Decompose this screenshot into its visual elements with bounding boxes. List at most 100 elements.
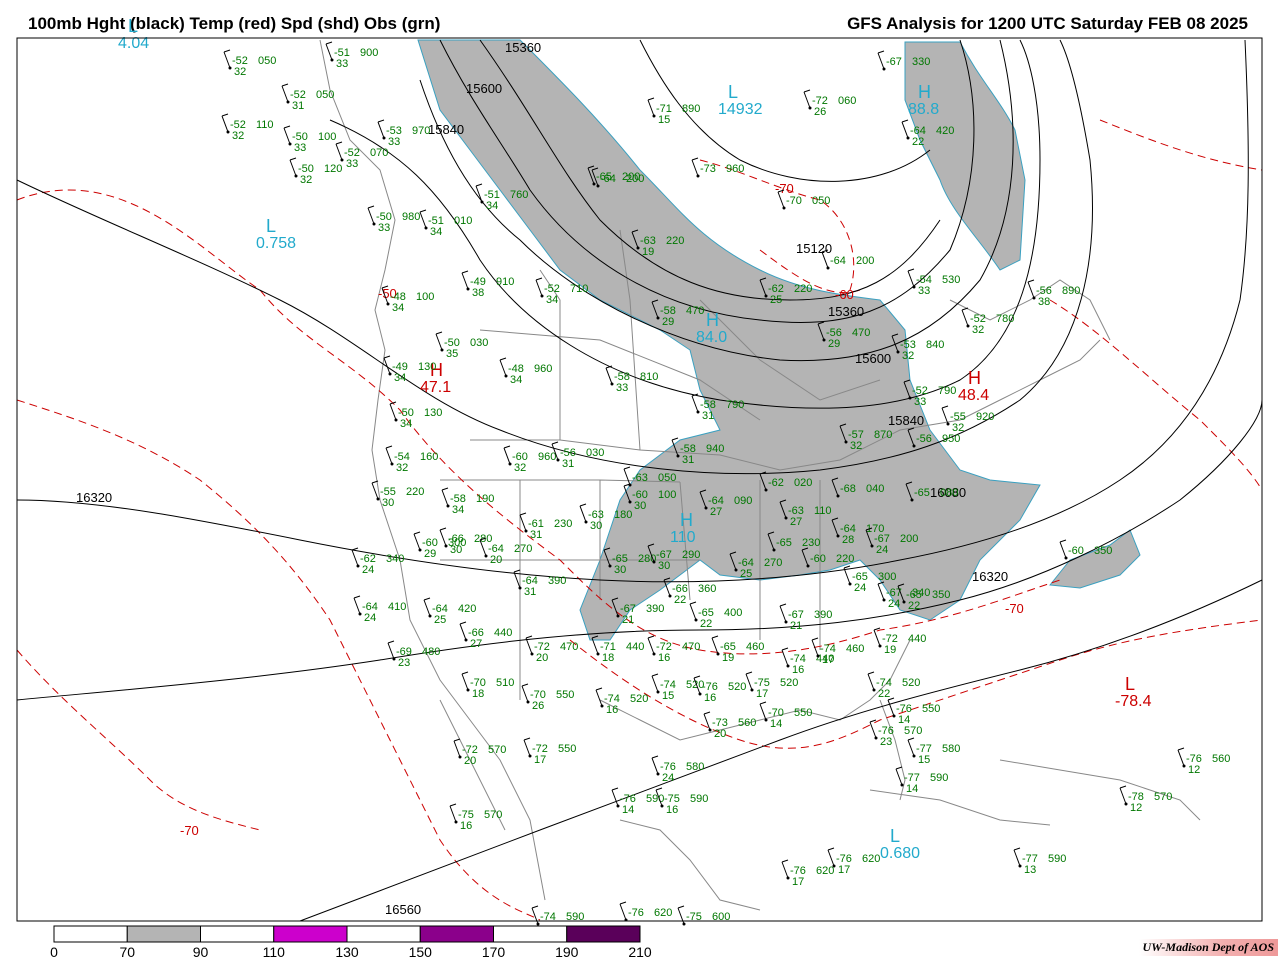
wind-barb-flag <box>221 113 229 117</box>
obs-dewpoint: 24 <box>876 544 888 556</box>
obs-dewpoint: 34 <box>394 372 406 384</box>
wind-barb <box>523 739 531 757</box>
wind-barb <box>651 675 659 693</box>
station-obs: -7014550 <box>759 701 812 730</box>
obs-dewpoint: 20 <box>714 728 726 740</box>
obs-dewpoint: 15 <box>658 114 670 126</box>
obs-dewpoint: 31 <box>562 458 574 470</box>
obs-height: 420 <box>458 603 476 615</box>
wind-barb <box>385 447 393 465</box>
wind-barb-flag <box>551 441 559 445</box>
station-obs: -7617620 <box>827 847 880 876</box>
wind-barb <box>781 861 789 879</box>
obs-height: 120 <box>324 163 342 175</box>
obs-dewpoint: 26 <box>532 700 544 712</box>
obs-height: 330 <box>912 56 930 68</box>
wind-barb-flag <box>223 49 231 53</box>
wind-barb-flag <box>419 209 427 213</box>
station-obs: -4834100 <box>381 285 434 314</box>
station-obs: -7219440 <box>873 627 926 656</box>
center-value: 0.758 <box>256 235 296 252</box>
obs-dewpoint: 29 <box>424 548 436 560</box>
station-obs: -7026550 <box>521 683 574 712</box>
obs-height: 470 <box>682 641 700 653</box>
wind-barb <box>289 159 297 177</box>
wind-barb <box>611 789 619 807</box>
station-obs: -7220470 <box>525 635 578 664</box>
obs-dewpoint: 21 <box>622 614 634 626</box>
obs-temp: -76 <box>628 907 644 919</box>
obs-dewpoint: 29 <box>828 338 840 350</box>
obs-height: 230 <box>554 518 572 530</box>
obs-dewpoint: 34 <box>452 504 464 516</box>
wind-barb-flag <box>651 755 659 759</box>
obs-height: 900 <box>360 47 378 59</box>
wind-barb-flag <box>1177 747 1185 751</box>
obs-dewpoint: 22 <box>908 600 920 612</box>
obs-height: 230 <box>802 537 820 549</box>
wind-barb-flag <box>531 905 539 909</box>
obs-dewpoint: 24 <box>662 772 674 784</box>
center-value: -78.4 <box>1115 693 1152 710</box>
wind-barb-flag <box>907 737 915 741</box>
obs-temp: -65 <box>776 537 792 549</box>
obs-dewpoint: 33 <box>914 396 926 408</box>
wind-barb-flag <box>387 640 395 644</box>
obs-height: 100 <box>416 291 434 303</box>
obs-height: 400 <box>724 607 742 619</box>
obs-height: 590 <box>1048 853 1066 865</box>
wind-barb <box>419 211 427 229</box>
obs-dewpoint: 35 <box>446 348 458 360</box>
station-obs: -6424410 <box>353 595 406 624</box>
obs-height: 470 <box>852 327 870 339</box>
station-obs: -5833810 <box>605 365 658 394</box>
station-obs: -5232050 <box>223 49 276 78</box>
height-label: 16320 <box>972 569 1008 584</box>
obs-height: 130 <box>418 361 436 373</box>
wind-barb <box>1119 787 1127 805</box>
obs-height: 920 <box>976 411 994 423</box>
obs-dewpoint: 31 <box>530 529 542 541</box>
wind-barb-flag <box>895 766 903 770</box>
temperature-label: -70 <box>1005 601 1024 616</box>
wind-barb-flag <box>611 787 619 791</box>
station-obs: -75 600 <box>677 905 730 926</box>
obs-dewpoint: 22 <box>674 594 686 606</box>
wind-barb-flag <box>461 270 469 274</box>
wind-barb <box>325 43 333 61</box>
station-obs: -5032120 <box>289 157 342 186</box>
station-obs: -7614550 <box>887 697 940 726</box>
temperature-contour-7 <box>1049 299 1263 491</box>
wind-barb <box>907 270 915 288</box>
wind-barb <box>519 514 527 532</box>
station-obs: -6431390 <box>513 569 566 598</box>
obs-dewpoint: 26 <box>814 106 826 118</box>
obs-dewpoint: 30 <box>634 500 646 512</box>
obs-dewpoint: 27 <box>470 638 482 650</box>
wind-barb <box>895 768 903 786</box>
temperature-contour-2 <box>16 649 261 831</box>
wind-barb <box>499 359 507 377</box>
obs-dewpoint: 33 <box>388 136 400 148</box>
station-obs: -5231050 <box>281 83 334 112</box>
obs-height: 480 <box>422 646 440 658</box>
wind-barb-flag <box>289 157 297 161</box>
center-letter: L <box>128 16 138 36</box>
height-label: 15600 <box>466 81 502 96</box>
obs-dewpoint: 17 <box>792 876 804 888</box>
boundary-line-8 <box>999 759 1201 821</box>
station-obs: -5133900 <box>325 41 378 70</box>
obs-height: 440 <box>626 641 644 653</box>
wind-barb-flag <box>325 41 333 45</box>
wind-barb <box>531 907 539 925</box>
wind-barb <box>389 403 397 421</box>
station-obs: -7713590 <box>1013 847 1066 876</box>
station-obs: -7617620 <box>781 859 834 888</box>
center-value: 84.0 <box>696 329 727 346</box>
wind-barb <box>867 673 875 691</box>
wind-barb-flag <box>535 277 543 281</box>
colorbar-segment <box>53 925 128 943</box>
wind-barb-flag <box>1119 785 1127 789</box>
station-obs: -5433530 <box>907 268 960 297</box>
obs-temp: -60 <box>1068 545 1084 557</box>
